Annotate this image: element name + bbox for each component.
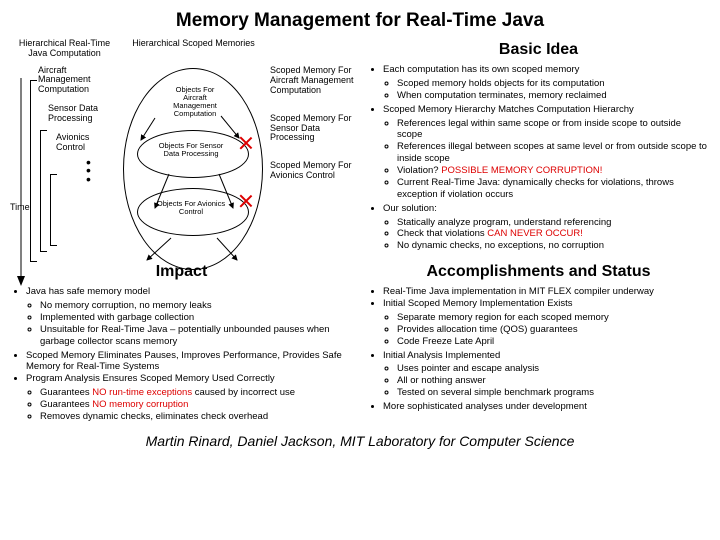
bracket-icon	[50, 174, 57, 246]
list-item: Real-Time Java implementation in MIT FLE…	[383, 286, 708, 298]
node-avionics: Avionics Control	[56, 133, 117, 152]
scope-sensor: Scoped Memory For Sensor Data Processing	[270, 114, 365, 144]
hierarchy-column: Hierarchical Real-Time Java Computation …	[12, 38, 117, 254]
impact-column: Impact Java has safe memory model No mem…	[12, 260, 351, 425]
list-item: Code Freeze Late April	[397, 336, 708, 348]
accomplishments-column: Accomplishments and Status Real-Time Jav…	[369, 260, 708, 425]
list-item: No memory corruption, no memory leaks	[40, 300, 351, 312]
time-label: Time	[10, 202, 30, 212]
scope-column: Scoped Memory For Aircraft Management Co…	[270, 38, 365, 254]
list-item: Program Analysis Ensures Scoped Memory U…	[26, 373, 351, 385]
list-item: Scoped Memory Eliminates Pauses, Improve…	[26, 350, 351, 374]
scope-avionics: Scoped Memory For Avionics Control	[270, 161, 365, 181]
list-item: Each computation has its own scoped memo…	[383, 64, 708, 76]
list-item: More sophisticated analyses under develo…	[383, 401, 708, 413]
list-item: Uses pointer and escape analysis	[397, 363, 708, 375]
list-item: Initial Scoped Memory Implementation Exi…	[383, 298, 708, 310]
list-item: References illegal between scopes at sam…	[397, 141, 708, 165]
list-item: Guarantees NO run-time exceptions caused…	[40, 387, 351, 399]
list-item: No dynamic checks, no exceptions, no cor…	[397, 240, 708, 252]
hierarchy-label: Hierarchical Real-Time Java Computation	[12, 38, 117, 58]
list-item: Our solution:	[383, 203, 708, 215]
list-item: Violation? POSSIBLE MEMORY CORRUPTION!	[397, 165, 708, 177]
accomplishments-heading: Accomplishments and Status	[369, 262, 708, 282]
node-sensor: Sensor Data Processing	[48, 104, 117, 123]
ellipsis-icon: •••	[86, 158, 117, 183]
list-item: Statically analyze program, understand r…	[397, 217, 708, 229]
list-item: Java has safe memory model	[26, 286, 351, 298]
list-item: Separate memory region for each scoped m…	[397, 312, 708, 324]
arrows-icon	[121, 68, 266, 278]
list-item: Check that violations CAN NEVER OCCUR!	[397, 228, 708, 240]
list-item: Tested on several simple benchmark progr…	[397, 387, 708, 399]
list-item: References legal within same scope or fr…	[397, 118, 708, 142]
list-item: Scoped Memory Hierarchy Matches Computat…	[383, 104, 708, 116]
list-item: When computation terminates, memory recl…	[397, 90, 708, 102]
basic-heading: Basic Idea	[369, 40, 708, 60]
bracket-icon	[30, 80, 37, 262]
list-item: Provides allocation time (QOS) guarantee…	[397, 324, 708, 336]
list-item: Current Real-Time Java: dynamically chec…	[397, 177, 708, 201]
list-item: Scoped memory holds objects for its comp…	[397, 78, 708, 90]
list-item: Unsuitable for Real-Time Java – potentia…	[40, 324, 351, 348]
time-arrow	[12, 78, 26, 254]
page-title: Memory Management for Real-Time Java	[12, 10, 708, 32]
list-item: Removes dynamic checks, eliminates check…	[40, 411, 351, 423]
list-item: Guarantees NO memory corruption	[40, 399, 351, 411]
bracket-icon	[40, 130, 47, 252]
diagram-column: Hierarchical Scoped Memories Objects For…	[121, 38, 266, 254]
list-item: Implemented with garbage collection	[40, 312, 351, 324]
list-item: All or nothing answer	[397, 375, 708, 387]
footer-credits: Martin Rinard, Daniel Jackson, MIT Labor…	[12, 433, 708, 449]
list-item: Initial Analysis Implemented	[383, 350, 708, 362]
basic-idea-column: Basic Idea Each computation has its own …	[369, 38, 708, 254]
diagram-title: Hierarchical Scoped Memories	[121, 38, 266, 48]
scope-aircraft: Scoped Memory For Aircraft Management Co…	[270, 66, 365, 96]
node-aircraft: Aircraft Management Computation	[38, 66, 117, 94]
